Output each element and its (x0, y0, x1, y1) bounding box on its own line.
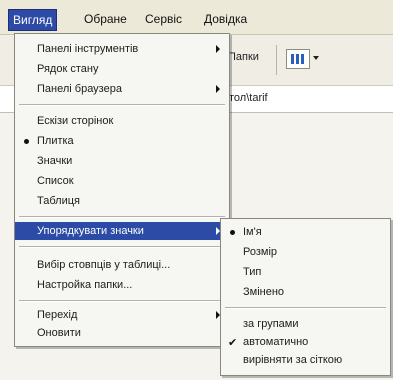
radio-bullet-icon (230, 230, 235, 235)
menu-item-customize-folder[interactable]: Настройка папки... (15, 276, 229, 294)
submenu-item-align-to-grid[interactable]: вирівняти за сіткою (221, 351, 390, 369)
toolbar-separator (276, 45, 277, 75)
menu-item-status-bar[interactable]: Рядок стану (15, 60, 229, 78)
menu-item-label: Вибір стовпців у таблиці... (37, 259, 171, 271)
chevron-down-icon[interactable] (313, 56, 319, 60)
menu-separator (19, 104, 225, 106)
menu-item-label: Оновити (37, 327, 81, 339)
arrange-icons-submenu: Ім'я Розмір Тип Змінено за групами ✔ авт… (220, 218, 391, 376)
menu-item-arrange-icons[interactable]: Упорядкувати значки (15, 222, 229, 240)
menu-item-label: Плитка (37, 135, 74, 147)
menu-item-list[interactable]: Список (15, 172, 229, 190)
menu-item-label: Рядок стану (37, 63, 99, 75)
views-grid-icon (291, 54, 305, 64)
menu-item-label: Розмір (243, 246, 278, 258)
menu-item-label: Настройка папки... (37, 279, 133, 291)
submenu-arrow-icon (216, 85, 220, 93)
menu-item-thumbnails[interactable]: Ескізи сторінок (15, 112, 229, 130)
menu-item-label: Ім'я (243, 226, 262, 238)
menu-item-choose-details[interactable]: Вибір стовпців у таблиці... (15, 256, 229, 274)
menu-item-label: Тип (243, 266, 262, 278)
menu-item-tiles[interactable]: Плитка (15, 132, 229, 150)
menu-item-go-to[interactable]: Перехід (15, 306, 229, 324)
menu-view[interactable]: Вигляд (8, 9, 58, 31)
menu-item-toolbars[interactable]: Панелі інструментів (15, 40, 229, 58)
menu-item-label: вирівняти за сіткою (243, 354, 343, 366)
submenu-item-auto-arrange[interactable]: ✔ автоматично (221, 333, 390, 351)
menu-item-label: автоматично (243, 336, 309, 348)
menu-item-explorer-bars[interactable]: Панелі браузера (15, 80, 229, 98)
menu-item-label: Таблиця (37, 195, 80, 207)
menu-bar: Вигляд Обране Сервіс Довідка (0, 0, 393, 35)
menu-item-label: Панелі браузера (37, 83, 122, 95)
menu-favorites[interactable]: Обране (80, 9, 131, 29)
view-menu: Панелі інструментів Рядок стану Панелі б… (14, 33, 230, 347)
folders-button[interactable]: Папки (228, 51, 259, 63)
menu-item-label: Упорядкувати значки (37, 225, 144, 237)
menu-item-label: Ескізи сторінок (37, 115, 114, 127)
submenu-item-modified[interactable]: Змінено (221, 283, 390, 301)
menu-item-refresh[interactable]: Оновити (15, 324, 229, 342)
menu-item-label: Змінено (243, 286, 285, 298)
address-path: тол\tarif (229, 92, 268, 104)
menu-item-label: Значки (37, 155, 73, 167)
menu-item-label: Перехід (37, 309, 78, 321)
submenu-item-size[interactable]: Розмір (221, 243, 390, 261)
menu-tools[interactable]: Сервіс (141, 9, 186, 29)
menu-separator (19, 246, 225, 248)
menu-item-details[interactable]: Таблиця (15, 192, 229, 210)
menu-item-label: Панелі інструментів (37, 43, 139, 55)
menu-help[interactable]: Довідка (200, 9, 251, 29)
menu-item-label: за групами (243, 318, 299, 330)
menu-separator (19, 300, 225, 302)
views-button[interactable] (286, 49, 310, 69)
menu-item-icons[interactable]: Значки (15, 152, 229, 170)
submenu-item-show-in-groups[interactable]: за групами (221, 315, 390, 333)
radio-bullet-icon (24, 139, 29, 144)
menu-item-label: Список (37, 175, 74, 187)
menu-separator (225, 307, 386, 309)
submenu-arrow-icon (216, 45, 220, 53)
submenu-item-type[interactable]: Тип (221, 263, 390, 281)
submenu-item-name[interactable]: Ім'я (221, 223, 390, 241)
menu-separator (19, 216, 225, 218)
checkmark-icon: ✔ (228, 337, 238, 349)
